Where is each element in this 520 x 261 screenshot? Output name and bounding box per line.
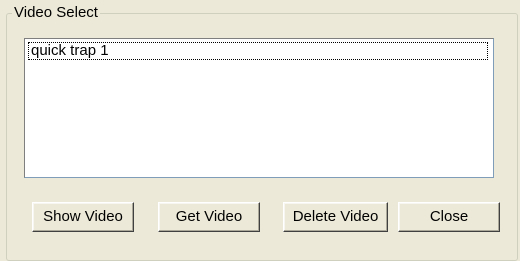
delete-video-button[interactable]: Delete Video — [283, 202, 388, 232]
close-button[interactable]: Close — [398, 202, 500, 232]
video-listbox[interactable]: quick trap 1 — [24, 38, 494, 178]
groupbox-title: Video Select — [12, 4, 100, 21]
list-item[interactable]: quick trap 1 — [28, 42, 488, 60]
show-video-button[interactable]: Show Video — [32, 202, 134, 232]
get-video-button[interactable]: Get Video — [158, 202, 260, 232]
